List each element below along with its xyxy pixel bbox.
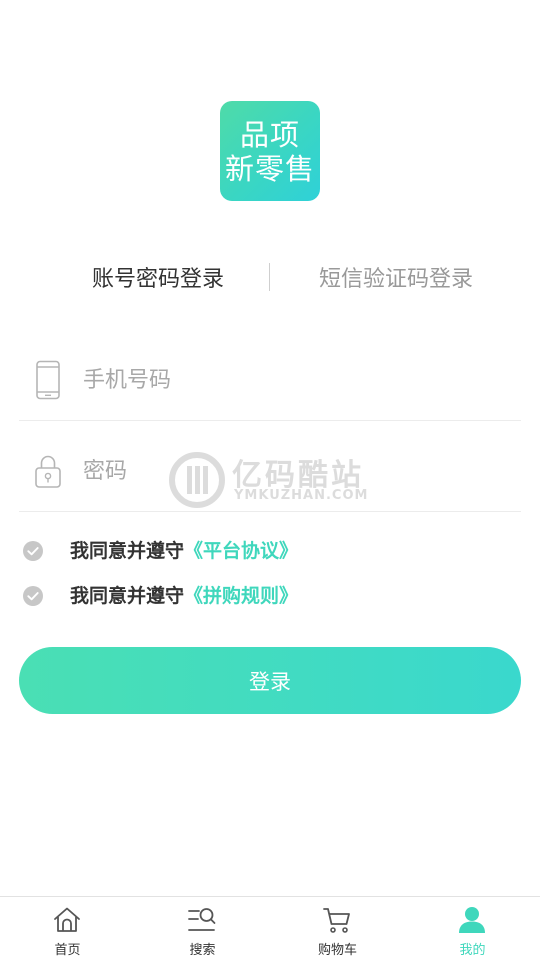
- password-field: [19, 431, 521, 512]
- nav-label-mine: 我的: [459, 943, 486, 958]
- platform-agreement-link[interactable]: 《平台协议》: [184, 540, 298, 562]
- logo-line-2: 新零售: [224, 152, 315, 186]
- search-icon: [188, 908, 216, 931]
- nav-item-search[interactable]: 搜索: [135, 897, 270, 961]
- tab-password-login[interactable]: 账号密码登录: [40, 258, 276, 302]
- app-logo: 品项 新零售: [220, 101, 320, 201]
- phone-field: [19, 340, 521, 421]
- lock-icon: [35, 455, 61, 488]
- nav-label-home: 首页: [54, 943, 81, 958]
- agreement-platform: 我同意并遵守《平台协议》: [22, 536, 502, 566]
- password-input[interactable]: [83, 449, 483, 493]
- agreement-prefix: 我同意并遵守: [70, 585, 185, 607]
- phone-input[interactable]: [83, 358, 483, 402]
- phone-icon: [36, 360, 60, 400]
- nav-item-cart[interactable]: 购物车: [270, 897, 405, 961]
- nav-item-mine[interactable]: 我的: [405, 897, 540, 961]
- nav-item-home[interactable]: 首页: [0, 897, 135, 961]
- cart-icon: [323, 908, 350, 933]
- check-circle-icon[interactable]: [22, 540, 44, 562]
- agreement-prefix: 我同意并遵守: [70, 540, 185, 562]
- nav-label-search: 搜索: [189, 943, 216, 958]
- agreement-text: 我同意并遵守《平台协议》: [70, 536, 298, 566]
- agreement-text: 我同意并遵守《拼购规则》: [70, 581, 298, 611]
- check-circle-icon[interactable]: [22, 585, 44, 607]
- group-buy-rules-link[interactable]: 《拼购规则》: [184, 585, 298, 607]
- bottom-nav: 首页 搜索 购物车 我的: [0, 896, 540, 961]
- tab-sms-login[interactable]: 短信验证码登录: [278, 258, 514, 302]
- login-button[interactable]: 登录: [19, 647, 521, 714]
- nav-label-cart: 购物车: [317, 943, 357, 958]
- tab-divider: [269, 263, 270, 291]
- login-mode-tabs: 账号密码登录 短信验证码登录: [0, 258, 540, 302]
- home-icon: [54, 907, 80, 932]
- logo-line-1: 品项: [239, 118, 300, 152]
- agreement-group-buy: 我同意并遵守《拼购规则》: [22, 581, 502, 611]
- user-icon: [459, 907, 485, 933]
